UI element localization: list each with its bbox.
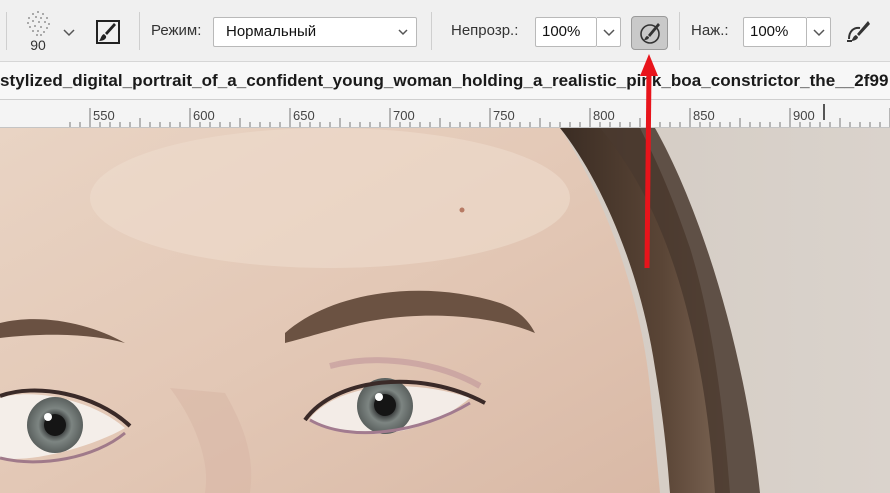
pressure-dropdown[interactable]: [807, 17, 831, 47]
opacity-label: Непрозр.:: [451, 22, 519, 39]
airbrush-button[interactable]: [843, 17, 873, 47]
opacity-dropdown[interactable]: [597, 17, 621, 47]
ruler-label: 600: [193, 108, 215, 123]
ruler-label: 850: [693, 108, 715, 123]
chevron-down-icon[interactable]: [63, 29, 75, 37]
chevron-down-icon: [603, 29, 615, 37]
portrait-image: [0, 128, 890, 493]
brush-settings-button[interactable]: [93, 17, 123, 47]
pressure-input[interactable]: 100%: [743, 17, 807, 47]
ruler-label: 550: [93, 108, 115, 123]
toolbar-separator: [6, 12, 7, 50]
ruler-scale: 550 600 650 700 750 800 850 900: [69, 104, 890, 127]
ruler-label: 700: [393, 108, 415, 123]
toolbar-separator: [679, 12, 680, 50]
brush-preset-icon: [27, 11, 50, 36]
airbrush-icon: [847, 21, 870, 42]
document-canvas[interactable]: [0, 128, 890, 493]
toolbar-separator: [139, 12, 140, 50]
mode-label: Режим:: [151, 22, 202, 39]
ruler-label: 900: [793, 108, 815, 123]
chevron-down-icon: [398, 29, 408, 36]
options-bar: 90 Режим: Нормальный Непрозр.: 100% Наж.…: [0, 0, 890, 62]
pressure-opacity-icon: [639, 23, 660, 44]
horizontal-ruler[interactable]: 550 600 650 700 750 800 850 900: [0, 100, 890, 128]
brush-size-value: 90: [30, 37, 46, 53]
brush-settings-icon: [96, 20, 120, 44]
opacity-input[interactable]: 100%: [535, 17, 597, 47]
document-tab[interactable]: stylized_digital_portrait_of_a_confident…: [0, 62, 890, 100]
mode-select[interactable]: Нормальный: [213, 17, 417, 47]
pressure-opacity-button[interactable]: [631, 16, 668, 50]
document-title: stylized_digital_portrait_of_a_confident…: [0, 71, 889, 90]
ruler-label: 750: [493, 108, 515, 123]
chevron-down-icon: [813, 29, 825, 37]
toolbar-separator: [431, 12, 432, 50]
mode-select-value: Нормальный: [226, 23, 317, 40]
ruler-label: 800: [593, 108, 615, 123]
pressure-label: Наж.:: [691, 22, 729, 39]
ruler-label: 650: [293, 108, 315, 123]
